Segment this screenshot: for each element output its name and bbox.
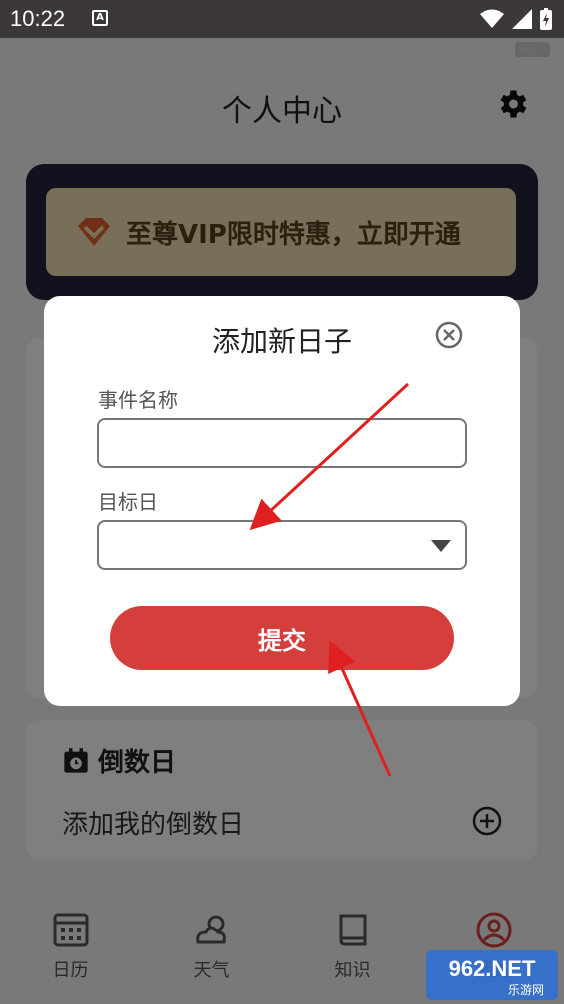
dropdown-arrow-icon: [431, 540, 451, 552]
watermark-sub: 乐游网: [508, 983, 544, 997]
battery-icon: [540, 8, 552, 30]
close-icon[interactable]: [434, 320, 464, 350]
target-date-select[interactable]: [97, 520, 467, 570]
target-date-label: 目标日: [98, 490, 158, 514]
status-time: 10:22: [10, 6, 66, 31]
signal-icon: [512, 9, 532, 29]
add-day-dialog: 添加新日子 事件名称 目标日 提交: [44, 296, 520, 706]
watermark-text: 962.NET: [449, 956, 536, 981]
status-bar: 10:22 A: [0, 0, 564, 38]
notification-icon: A: [92, 10, 108, 26]
event-name-label: 事件名称: [98, 388, 178, 412]
watermark-logo: 962.NET 乐游网: [426, 950, 558, 1000]
event-name-input[interactable]: [97, 418, 467, 468]
submit-button[interactable]: 提交: [110, 606, 454, 670]
status-icons: [480, 8, 552, 30]
wifi-icon: [480, 9, 504, 28]
